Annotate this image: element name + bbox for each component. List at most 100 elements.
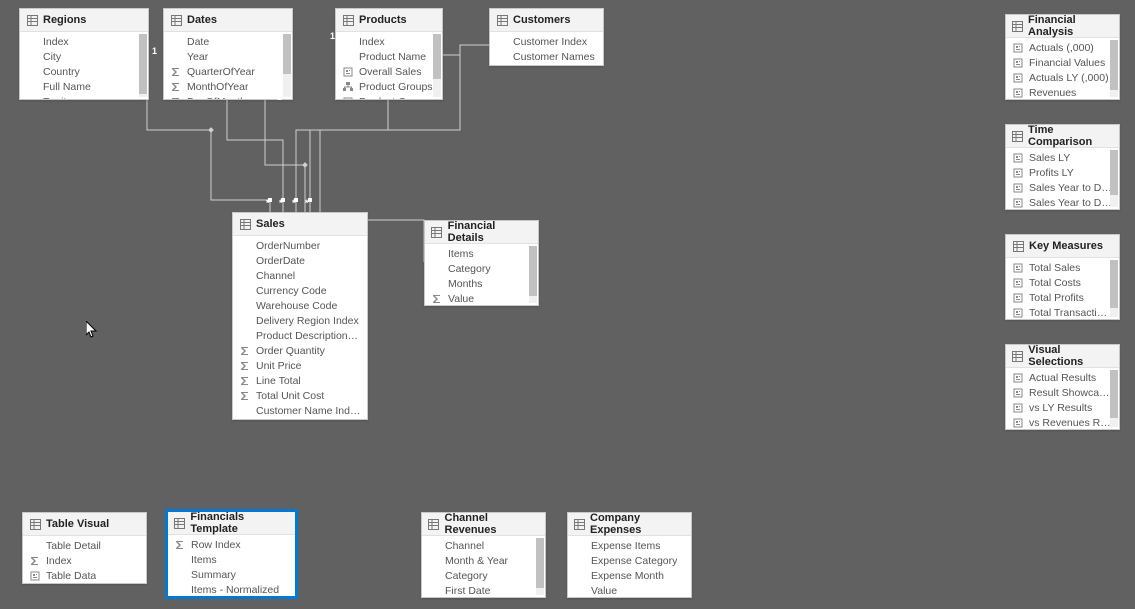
scrollbar[interactable] (139, 34, 147, 97)
field-row[interactable]: Date (164, 34, 292, 49)
table-header-key-measures[interactable]: Key Measures (1006, 235, 1119, 258)
scrollbar[interactable] (1110, 260, 1118, 317)
scrollbar-thumb[interactable] (139, 34, 147, 94)
scrollbar-thumb[interactable] (536, 538, 544, 588)
scrollbar[interactable] (536, 538, 544, 595)
field-row[interactable]: Product Groups (336, 79, 442, 94)
field-row[interactable]: Line Total (233, 373, 367, 388)
field-row[interactable]: OrderNumber (233, 238, 367, 253)
model-canvas[interactable]: RegionsIndexCityCountryFull NameTerritor… (0, 0, 1135, 609)
scrollbar-thumb[interactable] (433, 34, 441, 79)
table-header-financial-details[interactable]: Financial Details (425, 221, 538, 244)
field-row[interactable]: vs Revenues Results (%) (1006, 415, 1119, 429)
table-header-regions[interactable]: Regions (20, 9, 148, 32)
scrollbar[interactable] (1110, 150, 1118, 207)
table-header-table-visual[interactable]: Table Visual (23, 513, 146, 536)
field-row[interactable]: QuarterOfYear (164, 64, 292, 79)
scrollbar[interactable] (1110, 370, 1118, 427)
scrollbar[interactable] (283, 34, 291, 97)
scrollbar-thumb[interactable] (1110, 40, 1118, 90)
table-header-visual-selections[interactable]: Visual Selections (1006, 345, 1119, 368)
field-row[interactable]: Month & Year (422, 553, 545, 568)
field-row[interactable]: Full Name (20, 79, 148, 94)
table-header-channel-revenues[interactable]: Channel Revenues (422, 513, 545, 536)
field-row[interactable]: Customer Name Index (233, 403, 367, 418)
field-row[interactable]: Expense Month (568, 568, 691, 583)
table-key-measures[interactable]: Key MeasuresTotal SalesTotal CostsTotal … (1005, 234, 1120, 320)
field-row[interactable]: Row Index (168, 537, 295, 552)
field-row[interactable]: Actual Results (1006, 370, 1119, 385)
field-row[interactable]: Total Sales (1006, 260, 1119, 275)
field-row[interactable]: Items (168, 552, 295, 567)
field-row[interactable]: City (20, 49, 148, 64)
field-row[interactable]: Customer Names (490, 49, 603, 64)
field-row[interactable]: Product Name (336, 49, 442, 64)
field-row[interactable]: Sales Year to Date (1006, 180, 1119, 195)
table-header-company-expenses[interactable]: Company Expenses (568, 513, 691, 536)
field-row[interactable]: vs LY Results (1006, 400, 1119, 415)
scrollbar[interactable] (1110, 40, 1118, 97)
field-row[interactable]: Total Transactions (1006, 305, 1119, 319)
field-row[interactable]: Result Showcased (1006, 385, 1119, 400)
scrollbar-thumb[interactable] (1110, 370, 1118, 418)
scrollbar-thumb[interactable] (1110, 260, 1118, 308)
field-row[interactable]: Territory (20, 94, 148, 99)
table-header-dates[interactable]: Dates (164, 9, 292, 32)
table-header-financial-analysis[interactable]: Financial Analysis (1006, 15, 1119, 38)
field-row[interactable]: Total Unit Cost (233, 388, 367, 403)
table-financial-analysis[interactable]: Financial Analysis Actuals (,000)Financia… (1005, 14, 1120, 100)
table-dates[interactable]: DatesDateYearQuarterOfYearMonthOfYearDay… (163, 8, 293, 100)
field-row[interactable]: Sales LY (1006, 150, 1119, 165)
table-header-sales[interactable]: Sales (233, 213, 367, 236)
table-products[interactable]: ProductsIndexProduct NameOverall SalesPr… (335, 8, 443, 100)
field-row[interactable]: Product Description Index (233, 328, 367, 343)
field-row[interactable]: Category (422, 568, 545, 583)
field-row[interactable]: Sales Year to Date LY (1006, 195, 1119, 209)
field-row[interactable]: Index (23, 553, 146, 568)
scrollbar-thumb[interactable] (1110, 150, 1118, 195)
table-sales[interactable]: Sales OrderNumberOrderDateChannelCurrency… (232, 212, 368, 420)
field-row[interactable]: OrderDate (233, 253, 367, 268)
field-row[interactable]: Value (568, 583, 691, 597)
field-row[interactable]: Value (425, 291, 538, 305)
scrollbar-thumb[interactable] (529, 246, 537, 296)
table-financials-template[interactable]: Financials Template Row IndexItemsSummary… (166, 510, 297, 598)
table-channel-revenues[interactable]: Channel Revenues ChannelMonth & YearCateg… (421, 512, 546, 598)
field-row[interactable]: Channel (422, 538, 545, 553)
table-time-comparison[interactable]: Time ComparisonSales LYProfits LYSales Y… (1005, 124, 1120, 210)
field-row[interactable]: Product Groups Ind (336, 94, 442, 99)
field-row[interactable]: Customer Index (490, 34, 603, 49)
table-customers[interactable]: Customers Customer IndexCustomer Names (489, 8, 604, 66)
field-row[interactable]: Items (425, 246, 538, 261)
table-header-customers[interactable]: Customers (490, 9, 603, 32)
scrollbar[interactable] (529, 246, 537, 303)
field-row[interactable]: Channel (233, 268, 367, 283)
field-row[interactable]: Total Profits (1006, 290, 1119, 305)
table-regions[interactable]: RegionsIndexCityCountryFull NameTerritor… (19, 8, 149, 100)
field-row[interactable]: First Date (422, 583, 545, 597)
field-row[interactable]: Total Costs (1006, 275, 1119, 290)
field-row[interactable]: Financial Values (1006, 55, 1119, 70)
field-row[interactable]: Actuals (,000) (1006, 40, 1119, 55)
table-header-time-comparison[interactable]: Time Comparison (1006, 125, 1119, 148)
field-row[interactable]: Currency Code (233, 283, 367, 298)
field-row[interactable]: DayOfMonth (164, 94, 292, 99)
field-row[interactable]: Summary (168, 567, 295, 582)
field-row[interactable]: Delivery Region Index (233, 313, 367, 328)
field-row[interactable]: Months (425, 276, 538, 291)
field-row[interactable]: Table Detail (23, 538, 146, 553)
field-row[interactable]: Unit Price (233, 358, 367, 373)
table-header-products[interactable]: Products (336, 9, 442, 32)
field-row[interactable]: Profits LY (1006, 165, 1119, 180)
table-table-visual[interactable]: Table VisualTable DetailIndexTable Data (22, 512, 147, 584)
field-row[interactable]: Revenues (1006, 85, 1119, 99)
field-row[interactable]: Index (20, 34, 148, 49)
table-company-expenses[interactable]: Company ExpensesExpense ItemsExpense Cat… (567, 512, 692, 598)
field-row[interactable]: Items - Normalized (168, 582, 295, 596)
field-row[interactable]: Expense Items (568, 538, 691, 553)
table-visual-selections[interactable]: Visual Selections Actual ResultsResult Sh… (1005, 344, 1120, 430)
scrollbar-thumb[interactable] (283, 34, 291, 74)
scrollbar[interactable] (433, 34, 441, 97)
table-header-financials-template[interactable]: Financials Template (168, 512, 295, 535)
field-row[interactable]: Overall Sales (336, 64, 442, 79)
